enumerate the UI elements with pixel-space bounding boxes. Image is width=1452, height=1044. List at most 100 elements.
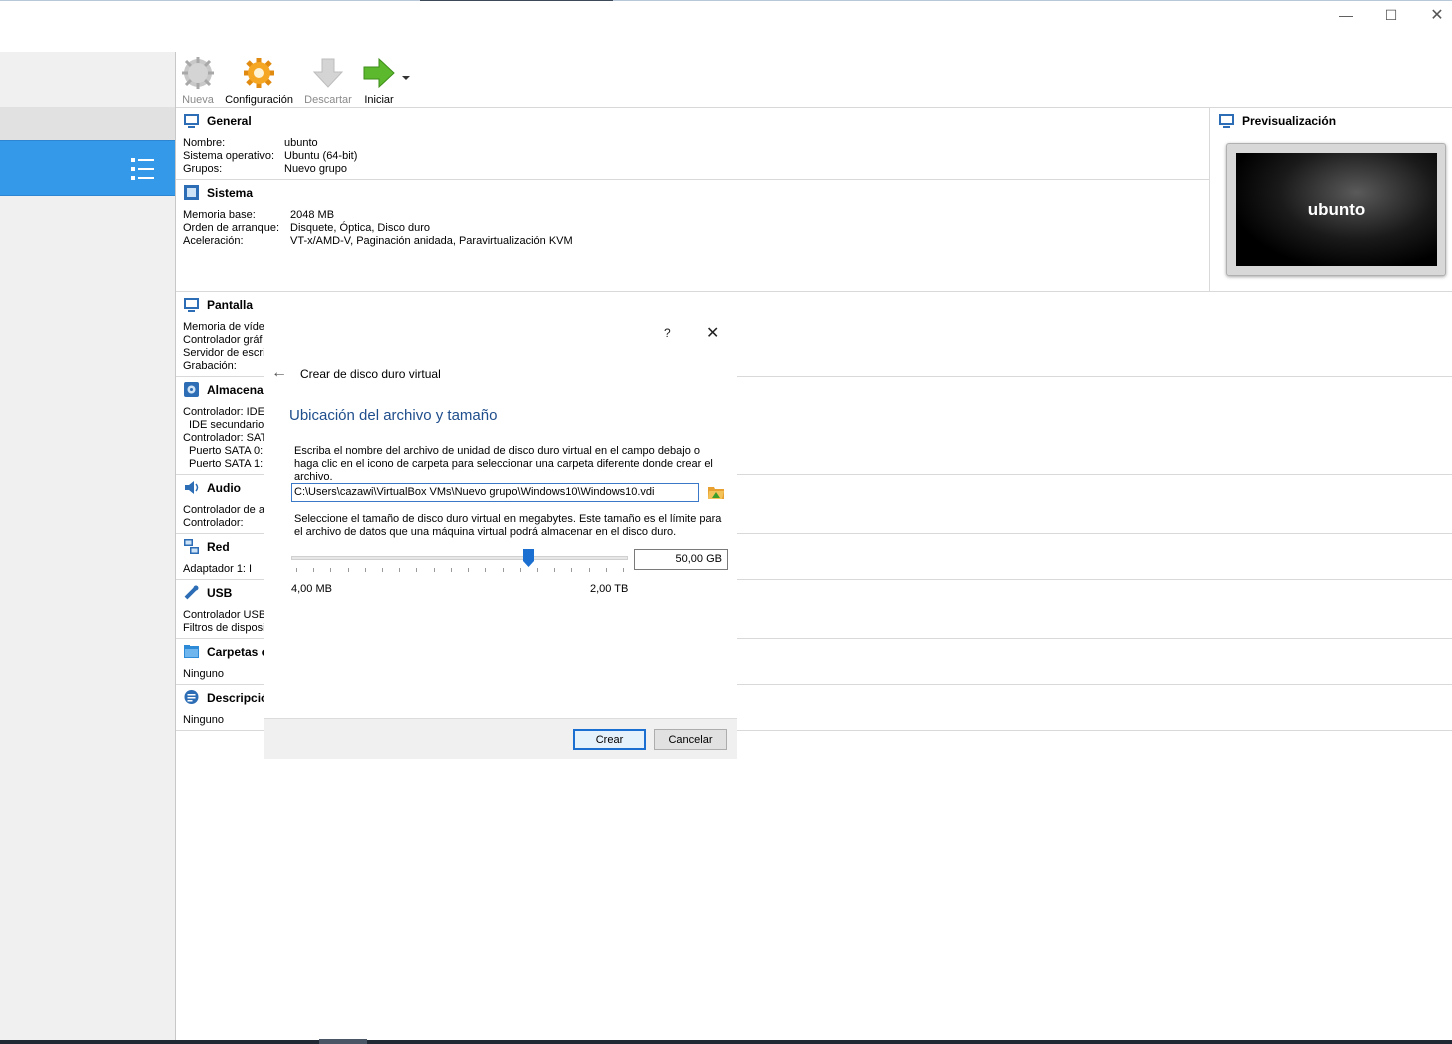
folder-browse-icon[interactable] bbox=[707, 484, 725, 501]
dialog-footer: Crear Cancelar bbox=[264, 718, 737, 759]
main-toolbar: Nueva Configuración Descartar Iniciar bbox=[176, 52, 1452, 108]
create-button[interactable]: Crear bbox=[573, 729, 646, 750]
slider-tick bbox=[399, 568, 401, 572]
slider-tick bbox=[433, 568, 435, 572]
help-button[interactable]: ? bbox=[664, 326, 671, 340]
preview-title[interactable]: Previsualización bbox=[1218, 112, 1336, 129]
general-name-label: Nombre: bbox=[183, 137, 226, 149]
start-dropdown-arrow[interactable] bbox=[402, 76, 410, 80]
file-instructions: Escriba el nombre del archivo de unidad … bbox=[294, 445, 713, 483]
preview-screen: ubunto bbox=[1236, 153, 1437, 266]
general-os-label: Sistema operativo: bbox=[183, 150, 275, 162]
slider-tick bbox=[468, 568, 470, 572]
minimize-button[interactable]: — bbox=[1334, 4, 1358, 26]
section-usb-title[interactable]: USB bbox=[183, 584, 232, 601]
storage-row: IDE secundario bbox=[189, 419, 265, 431]
slider-tick bbox=[313, 568, 315, 572]
slider-tick bbox=[588, 568, 590, 572]
size-instructions: Seleccione el tamaño de disco duro virtu… bbox=[294, 513, 722, 538]
discard-button[interactable]: Descartar bbox=[302, 56, 354, 106]
section-display-title[interactable]: Pantalla bbox=[183, 296, 253, 313]
storage-icon bbox=[184, 382, 199, 397]
create-disk-dialog: ? ✕ ← Crear de disco duro virtual Ubicac… bbox=[264, 315, 737, 759]
size-slider-track[interactable] bbox=[291, 556, 628, 560]
system-accel-value: VT-x/AMD-V, Paginación anidada, Paravirt… bbox=[290, 235, 573, 247]
system-boot-label: Orden de arranque: bbox=[183, 222, 280, 234]
slider-tick bbox=[296, 568, 297, 572]
system-title-text: Sistema bbox=[207, 185, 254, 200]
storage-row: Controlador: IDE bbox=[183, 406, 265, 418]
general-title-text: General bbox=[207, 113, 252, 128]
speaker-icon bbox=[185, 481, 199, 494]
vm-list-pane bbox=[0, 52, 176, 1040]
preview-monitor-icon bbox=[1219, 114, 1234, 128]
new-vm-button[interactable]: Nueva bbox=[180, 56, 216, 106]
cancel-button[interactable]: Cancelar bbox=[654, 729, 727, 750]
down-arrow-icon bbox=[312, 58, 344, 88]
usb-title-text: USB bbox=[207, 585, 233, 600]
audio-row: Controlador de a bbox=[183, 504, 265, 516]
system-memory-label: Memoria base: bbox=[183, 209, 256, 221]
slider-tick bbox=[485, 568, 487, 572]
slider-tick bbox=[364, 568, 366, 572]
section-system-title[interactable]: Sistema bbox=[183, 184, 253, 201]
slider-tick bbox=[571, 568, 573, 572]
preview-vm-name: ubunto bbox=[1307, 199, 1366, 219]
storage-row: Controlador: SAT bbox=[183, 432, 268, 444]
list-menu-icon[interactable] bbox=[130, 156, 156, 182]
general-name-value: ubunto bbox=[284, 137, 318, 149]
usb-row: Filtros de disposi bbox=[183, 622, 266, 634]
file-path-input[interactable]: C:\Users\cazawi\VirtualBox VMs\Nuevo gru… bbox=[291, 483, 699, 502]
slider-tick bbox=[330, 568, 332, 572]
start-button[interactable]: Iniciar bbox=[362, 56, 396, 106]
slider-tick bbox=[502, 568, 504, 572]
network-row: Adaptador 1: I bbox=[183, 563, 253, 575]
section-description-title[interactable]: Descripció bbox=[183, 689, 268, 706]
close-window-button[interactable]: ✕ bbox=[1425, 4, 1449, 26]
size-input[interactable]: 50,00 GB bbox=[634, 549, 728, 570]
display-row: Memoria de víde bbox=[183, 321, 265, 333]
slider-tick bbox=[605, 568, 607, 572]
description-title-text: Descripció bbox=[207, 690, 269, 705]
vm-list-selected-item[interactable] bbox=[0, 140, 175, 196]
back-arrow-icon[interactable]: ← bbox=[271, 364, 287, 382]
slider-tick bbox=[416, 568, 418, 572]
slider-tick bbox=[450, 568, 452, 572]
section-storage-title[interactable]: Almacena bbox=[183, 381, 264, 398]
maximize-button[interactable]: ☐ bbox=[1379, 4, 1403, 26]
dialog-title: Crear de disco duro virtual bbox=[300, 367, 441, 381]
slider-min-label: 4,00 MB bbox=[291, 583, 332, 595]
general-groups-value: Nuevo grupo bbox=[284, 163, 347, 175]
display-icon bbox=[184, 298, 199, 312]
network-title-text: Red bbox=[207, 539, 230, 554]
green-arrow-icon bbox=[363, 57, 395, 89]
monitor-icon bbox=[184, 114, 199, 128]
taskbar-active-item[interactable] bbox=[319, 1039, 367, 1044]
preview-title-text: Previsualización bbox=[1242, 113, 1337, 128]
start-label: Iniciar bbox=[364, 94, 394, 106]
general-groups-label: Grupos: bbox=[183, 163, 223, 175]
section-system: Sistema Memoria base: 2048 MB Orden de a… bbox=[176, 180, 1209, 292]
titlebar-accent bbox=[420, 0, 613, 1]
section-shared-title[interactable]: Carpetas c bbox=[183, 643, 268, 660]
slider-max-label: 2,00 TB bbox=[590, 583, 629, 595]
display-title-text: Pantalla bbox=[207, 297, 254, 312]
slider-tick bbox=[382, 568, 384, 572]
shared-title-text: Carpetas c bbox=[207, 644, 269, 659]
storage-row: Puerto SATA 0: bbox=[189, 445, 264, 457]
display-row: Grabación: bbox=[183, 360, 237, 372]
section-audio-title[interactable]: Audio bbox=[183, 479, 241, 496]
new-label: Nueva bbox=[182, 94, 214, 106]
description-row: Ninguno bbox=[183, 714, 224, 726]
system-memory-value: 2048 MB bbox=[290, 209, 335, 221]
display-row: Servidor de escri bbox=[183, 347, 266, 359]
close-dialog-button[interactable]: ✕ bbox=[706, 323, 719, 343]
window-titlebar: — ☐ ✕ bbox=[0, 0, 1452, 52]
usb-row: Controlador USB bbox=[183, 609, 267, 621]
display-row: Controlador gráf bbox=[183, 334, 263, 346]
settings-button[interactable]: Configuración bbox=[224, 56, 294, 106]
section-network-title[interactable]: Red bbox=[183, 538, 230, 555]
size-slider-thumb[interactable] bbox=[523, 549, 535, 567]
section-general-title[interactable]: General bbox=[183, 112, 252, 129]
slider-tick bbox=[519, 568, 521, 572]
